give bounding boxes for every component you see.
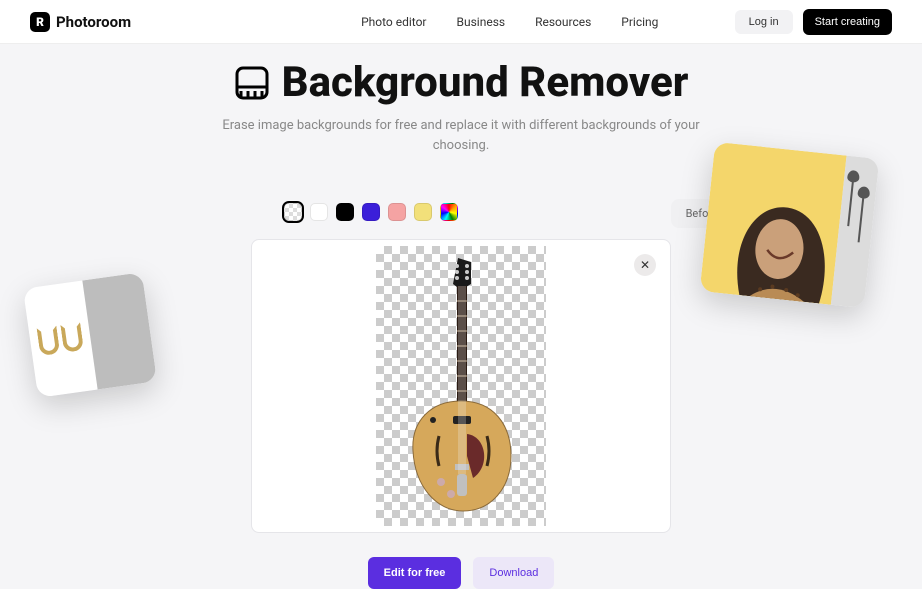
action-buttons: Edit for free Download [0,557,922,589]
palm-icon [847,176,854,226]
close-button[interactable]: ✕ [634,254,656,276]
nav-business[interactable]: Business [457,15,506,29]
logo-mark-icon: R [30,12,50,32]
earring-icon [37,326,61,357]
guitar-image [401,256,521,516]
swatch-blue[interactable] [362,203,380,221]
login-button[interactable]: Log in [735,10,793,34]
close-icon: ✕ [640,258,650,272]
edit-for-free-button[interactable]: Edit for free [368,557,462,589]
hero: Background Remover Erase image backgroun… [0,44,922,155]
editor-toolbar: Before After [141,203,781,221]
earring-icon [60,322,84,353]
header: R Photoroom Photo editor Business Resour… [0,0,922,44]
palm-icon [858,192,865,242]
nav-resources[interactable]: Resources [535,15,591,29]
decorative-card-earrings [23,272,157,398]
logo[interactable]: R Photoroom [30,12,131,32]
page-title: Background Remover [0,62,922,104]
background-remover-icon [234,65,270,101]
swatch-black[interactable] [336,203,354,221]
brand-name: Photoroom [56,13,131,31]
swatch-pink[interactable] [388,203,406,221]
top-nav: Photo editor Business Resources Pricing [361,15,658,29]
start-creating-button[interactable]: Start creating [803,9,892,35]
swatch-transparent[interactable] [284,203,302,221]
page-subtitle: Erase image backgrounds for free and rep… [221,116,701,155]
nav-pricing[interactable]: Pricing [621,15,658,29]
portrait-illustration [720,174,842,305]
background-swatches [284,203,458,221]
swatch-rainbow[interactable] [440,203,458,221]
result-canvas[interactable] [376,246,546,526]
swatch-white[interactable] [310,203,328,221]
header-actions: Log in Start creating [735,9,892,35]
result-card: ✕ [251,239,671,533]
decorative-card-portrait [700,142,880,308]
download-button[interactable]: Download [473,557,554,589]
swatch-yellow[interactable] [414,203,432,221]
page-title-text: Background Remover [282,62,689,104]
nav-photo-editor[interactable]: Photo editor [361,15,426,29]
